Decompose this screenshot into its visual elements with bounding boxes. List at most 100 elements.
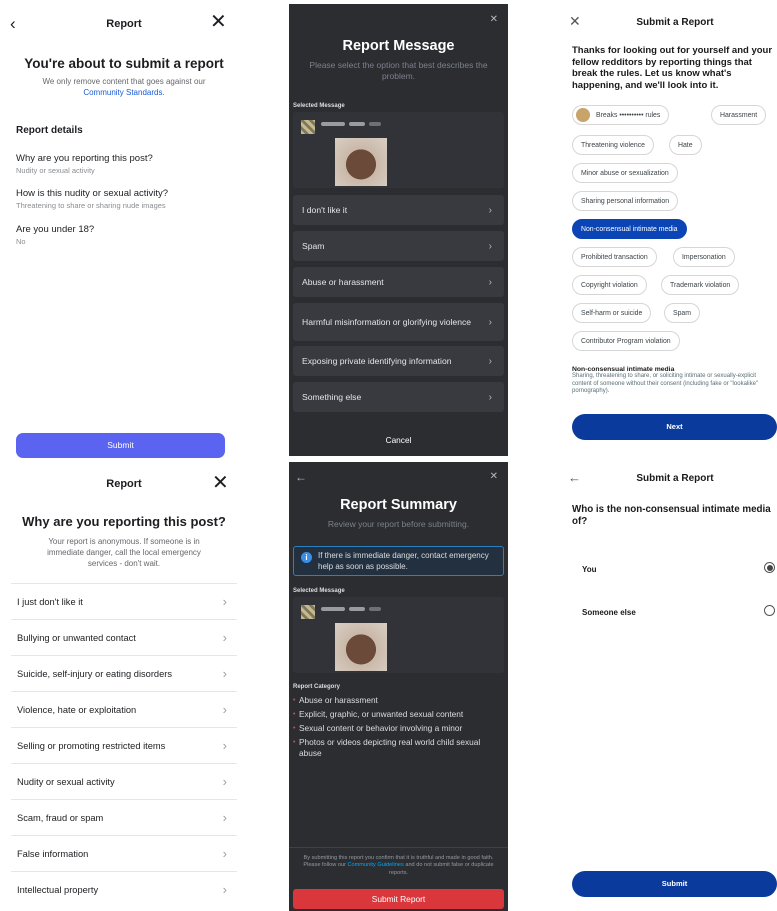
cancel-button[interactable]: Cancel (289, 435, 508, 445)
question-text: Who is the non-consensual intimate media… (572, 504, 771, 527)
selected-message-label: Selected Message (293, 103, 345, 109)
reason-pill[interactable]: Copyright violation (572, 275, 647, 295)
reason-label: Nudity or sexual activity (17, 776, 115, 787)
reason-pill[interactable]: Self-harm or suicide (572, 303, 652, 323)
header-title: Submit a Report (636, 473, 714, 484)
reason-label: Bullying or unwanted contact (17, 632, 136, 643)
reason-row[interactable]: I just don't like it › (11, 583, 237, 619)
reason-label: I just don't like it (17, 596, 83, 607)
reason-row[interactable]: Intellectual property › (11, 871, 237, 907)
chevron-right-icon: › (222, 666, 227, 681)
reason-row[interactable]: Violence, hate or exploitation › (11, 691, 237, 727)
reason-pill[interactable]: Hate (669, 135, 702, 155)
close-icon[interactable]: ✕ (212, 473, 229, 493)
header-title: Submit a Report (636, 17, 714, 28)
submit-button[interactable]: Submit (572, 871, 777, 897)
chevron-right-icon: › (488, 240, 492, 252)
close-icon[interactable]: ✕ (210, 12, 227, 32)
page-title: Report Summary (340, 497, 457, 513)
avatar (301, 120, 315, 134)
chevron-right-icon: › (222, 594, 227, 609)
submit-button[interactable]: Submit (16, 433, 225, 458)
reddit-report-panel: ✕ Submit a Report Thanks for looking out… (565, 0, 777, 456)
close-icon[interactable]: ✕ (490, 471, 498, 482)
radio-you[interactable] (764, 562, 775, 573)
community-standards-link[interactable]: Community Standards. (20, 87, 228, 98)
reddit-who-panel: ← Submit a Report Who is the non-consens… (565, 464, 777, 911)
reason-row[interactable]: Suicide, self-injury or eating disorders… (11, 655, 237, 691)
submit-report-button[interactable]: Submit Report (293, 889, 504, 909)
back-arrow-icon[interactable]: ← (568, 470, 581, 485)
option-label: Harmful misinformation or glorifying vio… (302, 316, 472, 327)
close-icon[interactable]: ✕ (490, 14, 498, 25)
reason-pill[interactable]: Minor abuse or sexualization (572, 163, 678, 183)
option-label: Abuse or harassment (302, 276, 384, 287)
chevron-right-icon: › (488, 204, 492, 216)
reason-row[interactable]: False information › (11, 835, 237, 871)
reason-label: Scam, fraud or spam (17, 812, 104, 823)
close-icon[interactable]: ✕ (569, 13, 581, 30)
radio-someone-else[interactable] (764, 605, 775, 616)
header-title: Report (106, 478, 142, 490)
reason-pill[interactable]: Threatening violence (572, 135, 654, 155)
chevron-right-icon: › (488, 276, 492, 288)
detail-item: Why are you reporting this post? Nudity … (16, 153, 153, 175)
report-option[interactable]: Harmful misinformation or glorifying vio… (293, 303, 504, 341)
chevron-right-icon: › (222, 846, 227, 861)
chevron-right-icon: › (222, 810, 227, 825)
reason-pill[interactable]: Trademark violation (661, 275, 740, 295)
next-button[interactable]: Next (572, 414, 777, 440)
reason-row[interactable]: Selling or promoting restricted items › (11, 727, 237, 763)
reason-pill[interactable]: Non-consensual intimate media (572, 219, 687, 239)
page-subtitle: Your report is anonymous. If someone is … (47, 537, 201, 568)
page-subtitle: We only remove content that goes against… (20, 76, 228, 98)
reason-pill[interactable]: Harassment (711, 105, 767, 125)
category-item: Photos or videos depicting real world ch… (293, 737, 501, 759)
chevron-right-icon: › (488, 316, 492, 328)
reason-label: Intellectual property (17, 884, 99, 895)
avatar (301, 605, 315, 619)
report-option[interactable]: Something else › (293, 382, 504, 412)
attachment-image (335, 623, 387, 671)
reason-pill[interactable]: Impersonation (673, 247, 735, 267)
reason-pill[interactable]: Breaks •••••••••• rules (572, 105, 670, 125)
reason-pill[interactable]: Prohibited transaction (572, 247, 657, 267)
report-option[interactable]: Abuse or harassment › (293, 267, 504, 297)
category-item: Abuse or harassment (293, 695, 501, 706)
report-option[interactable]: I don't like it › (293, 195, 504, 225)
option-label: Exposing private identifying information (302, 355, 452, 366)
option-someone-else-label: Someone else (582, 608, 636, 617)
chevron-right-icon: › (488, 391, 492, 403)
reason-row[interactable]: Bullying or unwanted contact › (11, 619, 237, 655)
reason-row[interactable]: Nudity or sexual activity › (11, 763, 237, 799)
reason-pill[interactable]: Contributor Program violation (572, 331, 680, 351)
intro-text: Thanks for looking out for yourself and … (572, 45, 773, 91)
danger-info-box: i If there is immediate danger, contact … (293, 546, 504, 576)
category-item: Sexual content or behavior involving a m… (293, 723, 501, 734)
reason-row[interactable]: Scam, fraud or spam › (11, 799, 237, 835)
reason-label: Selling or promoting restricted items (17, 740, 166, 751)
report-category-label: Report Category (293, 684, 341, 690)
option-label: Spam (302, 240, 325, 251)
reason-description: Non-consensual intimate media Sharing, t… (572, 366, 759, 394)
reason-pill[interactable]: Sharing personal information (572, 191, 679, 211)
selected-message-card (293, 112, 504, 188)
community-guidelines-link[interactable]: Community Guidelines (348, 862, 404, 868)
report-option[interactable]: Spam › (293, 231, 504, 261)
reason-pill[interactable]: Spam (664, 303, 701, 323)
chevron-right-icon: › (222, 702, 227, 717)
reason-label: Violence, hate or exploitation (17, 704, 137, 715)
ig-confirm-panel: ‹ Report ✕ You're about to submit a repo… (0, 0, 248, 460)
page-title: Why are you reporting this post? (22, 514, 226, 529)
attachment-image (335, 138, 387, 186)
page-title: You're about to submit a report (24, 56, 224, 71)
discord-report-summary-panel: ← ✕ Report Summary Review your report be… (289, 462, 508, 911)
reason-label: False information (17, 848, 89, 859)
selected-message-card (293, 597, 504, 673)
reason-label: Suicide, self-injury or eating disorders (17, 668, 173, 679)
section-title: Report details (16, 125, 83, 136)
chevron-right-icon: › (488, 355, 492, 367)
report-option[interactable]: Exposing private identifying information… (293, 346, 504, 376)
info-icon: i (301, 552, 312, 563)
back-arrow-icon[interactable]: ← (295, 470, 307, 484)
